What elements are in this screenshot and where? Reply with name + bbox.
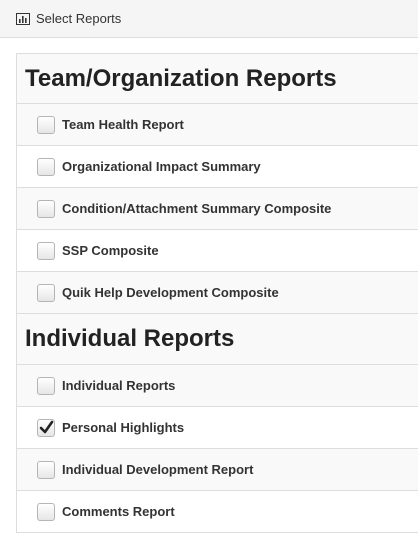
checkbox[interactable] [37, 241, 55, 260]
report-option-label: Organizational Impact Summary [62, 159, 261, 174]
checkbox[interactable] [37, 157, 55, 176]
report-option-quik-help[interactable]: Quik Help Development Composite [17, 272, 418, 314]
report-option-team-health[interactable]: Team Health Report [17, 104, 418, 146]
report-option-label: Individual Development Report [62, 462, 254, 477]
panel-header: Select Reports [0, 0, 418, 38]
report-option-condition-attachment[interactable]: Condition/Attachment Summary Composite [17, 188, 418, 230]
checkbox[interactable] [37, 115, 55, 134]
report-option-label: Condition/Attachment Summary Composite [62, 201, 332, 216]
panel-title: Select Reports [36, 11, 122, 26]
checkbox[interactable] [37, 460, 55, 479]
report-option-individual-reports[interactable]: Individual Reports [17, 365, 418, 407]
checkbox[interactable] [37, 502, 55, 521]
checkbox-checked[interactable] [37, 418, 55, 437]
report-option-label: Quik Help Development Composite [62, 285, 279, 300]
report-option-label: Team Health Report [62, 117, 184, 132]
report-option-individual-development[interactable]: Individual Development Report [17, 449, 418, 491]
report-option-personal-highlights[interactable]: Personal Highlights [17, 407, 418, 449]
report-option-label: Personal Highlights [62, 420, 185, 435]
report-option-ssp-composite[interactable]: SSP Composite [17, 230, 418, 272]
checkbox[interactable] [37, 283, 55, 302]
checkbox[interactable] [37, 376, 55, 395]
section-header-individual: Individual Reports [17, 314, 418, 365]
report-option-organizational-impact[interactable]: Organizational Impact Summary [17, 146, 418, 188]
panel-body: Team/Organization Reports Team Health Re… [0, 38, 418, 534]
report-option-label: SSP Composite [62, 243, 159, 258]
section-header-team-organization: Team/Organization Reports [17, 53, 418, 104]
checkmark-icon [39, 420, 54, 433]
bar-chart-icon [16, 12, 30, 25]
report-option-label: Comments Report [62, 504, 175, 519]
report-option-label: Individual Reports [62, 378, 176, 393]
select-reports-panel: Select Reports Team/Organization Reports… [0, 0, 418, 534]
report-list: Team/Organization Reports Team Health Re… [16, 53, 418, 533]
report-option-comments-report[interactable]: Comments Report [17, 491, 418, 533]
checkbox[interactable] [37, 199, 55, 218]
